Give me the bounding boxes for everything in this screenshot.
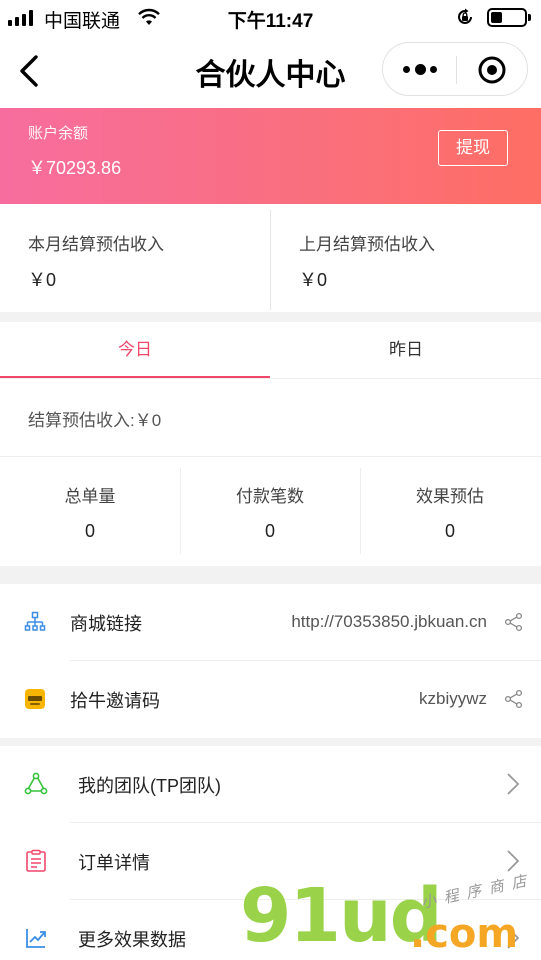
last-month-estimate: 上月结算预估收入 ￥0 bbox=[271, 204, 541, 312]
menu-item-my-team[interactable]: 我的团队(TP团队) bbox=[0, 746, 541, 822]
balance-banner: 账户余额 ￥70293.86 提现 bbox=[0, 108, 541, 204]
shiniu-logo-icon bbox=[25, 689, 45, 709]
menu-label: 更多效果数据 bbox=[78, 930, 186, 950]
clipboard-icon bbox=[26, 849, 46, 872]
chevron-right-icon bbox=[507, 850, 520, 872]
team-icon bbox=[24, 772, 48, 795]
tab-yesterday[interactable]: 昨日 bbox=[271, 322, 541, 378]
link-name: 商城链接 bbox=[70, 614, 142, 634]
close-miniprogram-icon[interactable] bbox=[477, 55, 507, 85]
rotation-lock-icon bbox=[458, 8, 472, 24]
menu-item-more-data[interactable]: 更多效果数据 bbox=[0, 900, 541, 960]
share-icon[interactable] bbox=[504, 612, 524, 632]
link-name: 拾牛邀请码 bbox=[70, 691, 160, 711]
metric-total-orders: 总单量 0 bbox=[0, 456, 180, 564]
metric-value: 0 bbox=[444, 521, 455, 541]
estimate-label: 本月结算预估收入 bbox=[28, 235, 164, 254]
metric-effect-estimate: 效果预估 0 bbox=[360, 456, 540, 564]
link-value: kzbiyywz bbox=[418, 689, 487, 708]
metric-payment-count: 付款笔数 0 bbox=[180, 456, 360, 564]
menu-item-order-details[interactable]: 订单详情 bbox=[0, 823, 541, 899]
this-month-estimate: 本月结算预估收入 ￥0 bbox=[0, 204, 270, 312]
nav-bar: 合伙人中心 bbox=[0, 36, 541, 108]
metric-label: 效果预估 bbox=[416, 487, 484, 506]
balance-amount: ￥70293.86 bbox=[28, 158, 122, 178]
metric-label: 总单量 bbox=[64, 487, 116, 506]
metric-value: 0 bbox=[264, 521, 275, 541]
chevron-right-icon bbox=[507, 927, 520, 949]
links-card: 商城链接 http://70353850.jbkuan.cn 拾牛邀请码 kzb… bbox=[0, 584, 541, 738]
link-value: http://70353850.jbkuan.cn bbox=[291, 612, 487, 631]
estimate-value: ￥0 bbox=[28, 270, 57, 290]
estimate-value: ￥0 bbox=[299, 270, 328, 290]
withdraw-button[interactable]: 提现 bbox=[438, 130, 508, 166]
balance-label: 账户余额 bbox=[28, 125, 89, 142]
menu-label: 订单详情 bbox=[78, 853, 150, 873]
battery-icon bbox=[487, 8, 531, 27]
metric-value: 0 bbox=[84, 521, 95, 541]
menu-card: 我的团队(TP团队) 订单详情 更多效果数据 bbox=[0, 746, 541, 960]
miniprogram-capsule bbox=[382, 42, 528, 96]
chart-up-icon bbox=[26, 929, 46, 948]
estimate-label: 上月结算预估收入 bbox=[299, 235, 435, 254]
daily-stats-card: 今日 昨日 结算预估收入:￥0 总单量 0 付款笔数 0 效果预估 0 bbox=[0, 322, 541, 566]
chevron-right-icon bbox=[507, 773, 520, 795]
metric-label: 付款笔数 bbox=[236, 487, 304, 506]
settlement-estimate-text: 结算预估收入:￥0 bbox=[28, 411, 162, 430]
mall-link-row[interactable]: 商城链接 http://70353850.jbkuan.cn bbox=[0, 584, 541, 660]
org-chart-icon bbox=[24, 611, 46, 631]
tab-today[interactable]: 今日 bbox=[0, 322, 270, 378]
status-bar: 中国联通 下午11:47 bbox=[0, 0, 541, 36]
share-icon[interactable] bbox=[504, 689, 524, 709]
more-dots-icon[interactable] bbox=[403, 61, 437, 77]
divider bbox=[0, 378, 541, 379]
settlement-estimates: 本月结算预估收入 ￥0 上月结算预估收入 ￥0 bbox=[0, 204, 541, 312]
menu-label: 我的团队(TP团队) bbox=[78, 776, 221, 796]
invite-code-row[interactable]: 拾牛邀请码 kzbiyywz bbox=[0, 661, 541, 737]
capsule-divider bbox=[456, 56, 457, 84]
